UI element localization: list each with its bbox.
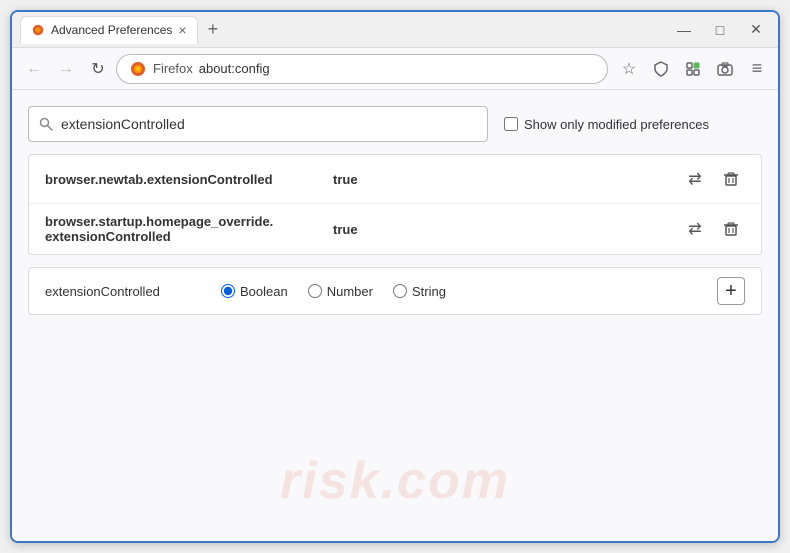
window-controls: — □ ✕	[670, 18, 770, 42]
pref-name-1: browser.newtab.extensionControlled	[45, 172, 325, 187]
camera-icon	[717, 61, 733, 77]
puzzle-icon	[685, 61, 701, 77]
bookmark-button[interactable]: ☆	[616, 56, 642, 82]
pref-name-2-line1: browser.startup.homepage_override.	[45, 214, 273, 229]
forward-button[interactable]: →	[52, 55, 80, 83]
toggle-button-1[interactable]: ⇄	[681, 165, 709, 193]
address-bar[interactable]: Firefox about:config	[116, 54, 608, 84]
back-button[interactable]: ←	[20, 55, 48, 83]
number-radio-item[interactable]: Number	[308, 284, 373, 299]
pref-value-2: true	[333, 222, 673, 237]
watermark: risk.com	[280, 451, 510, 511]
nav-icons: ☆ ≡	[616, 56, 770, 82]
add-preference-row: extensionControlled Boolean Number Strin…	[28, 267, 762, 315]
boolean-label: Boolean	[240, 284, 288, 299]
shield-icon	[653, 61, 669, 77]
search-input[interactable]	[61, 116, 477, 132]
number-radio[interactable]	[308, 284, 322, 298]
pref-name-2-line2: extensionControlled	[45, 229, 171, 244]
string-label: String	[412, 284, 446, 299]
results-table: browser.newtab.extensionControlled true …	[28, 154, 762, 255]
string-radio-item[interactable]: String	[393, 284, 446, 299]
extension-button[interactable]	[680, 56, 706, 82]
table-row: browser.newtab.extensionControlled true …	[29, 155, 761, 204]
browser-window: Advanced Preferences × + — □ ✕ ← → ↻ Fir…	[10, 10, 780, 543]
minimize-button[interactable]: —	[670, 18, 698, 42]
browser-name-label: Firefox	[153, 61, 193, 76]
tab-close-button[interactable]: ×	[178, 23, 186, 37]
new-pref-name: extensionControlled	[45, 284, 205, 299]
menu-button[interactable]: ≡	[744, 56, 770, 82]
preference-search-box[interactable]	[28, 106, 488, 142]
toggle-arrows-icon: ⇄	[688, 169, 701, 189]
delete-button-2[interactable]	[717, 215, 745, 243]
maximize-button[interactable]: □	[706, 18, 734, 42]
delete-button-1[interactable]	[717, 165, 745, 193]
string-radio[interactable]	[393, 284, 407, 298]
new-tab-button[interactable]: +	[202, 17, 225, 42]
trash-icon-2	[723, 221, 739, 237]
toggle-arrows-icon-2: ⇄	[688, 219, 701, 239]
boolean-radio-item[interactable]: Boolean	[221, 284, 288, 299]
search-icon	[39, 117, 53, 131]
row-actions-1: ⇄	[681, 165, 745, 193]
pref-value-1: true	[333, 172, 673, 187]
tab-favicon-icon	[31, 23, 45, 37]
row-actions-2: ⇄	[681, 215, 745, 243]
toggle-button-2[interactable]: ⇄	[681, 215, 709, 243]
search-row: Show only modified preferences	[28, 106, 762, 142]
browser-tab[interactable]: Advanced Preferences ×	[20, 16, 198, 44]
type-radio-group: Boolean Number String	[221, 284, 701, 299]
tab-title: Advanced Preferences	[51, 23, 172, 37]
title-bar: Advanced Preferences × + — □ ✕	[12, 12, 778, 48]
content-area: risk.com Show only modified preferences …	[12, 90, 778, 541]
show-modified-label: Show only modified preferences	[524, 117, 709, 132]
pref-name-2: browser.startup.homepage_override. exten…	[45, 214, 325, 244]
add-pref-button[interactable]: +	[717, 277, 745, 305]
close-button[interactable]: ✕	[742, 18, 770, 42]
number-label: Number	[327, 284, 373, 299]
boolean-radio[interactable]	[221, 284, 235, 298]
trash-icon	[723, 171, 739, 187]
firefox-logo-icon	[129, 60, 147, 78]
nav-bar: ← → ↻ Firefox about:config ☆	[12, 48, 778, 90]
refresh-button[interactable]: ↻	[84, 55, 112, 83]
table-row: browser.startup.homepage_override. exten…	[29, 204, 761, 254]
show-modified-checkbox[interactable]	[504, 117, 518, 131]
shield-button[interactable]	[648, 56, 674, 82]
show-modified-row: Show only modified preferences	[504, 117, 709, 132]
url-display: about:config	[199, 61, 270, 76]
screenshot-button[interactable]	[712, 56, 738, 82]
